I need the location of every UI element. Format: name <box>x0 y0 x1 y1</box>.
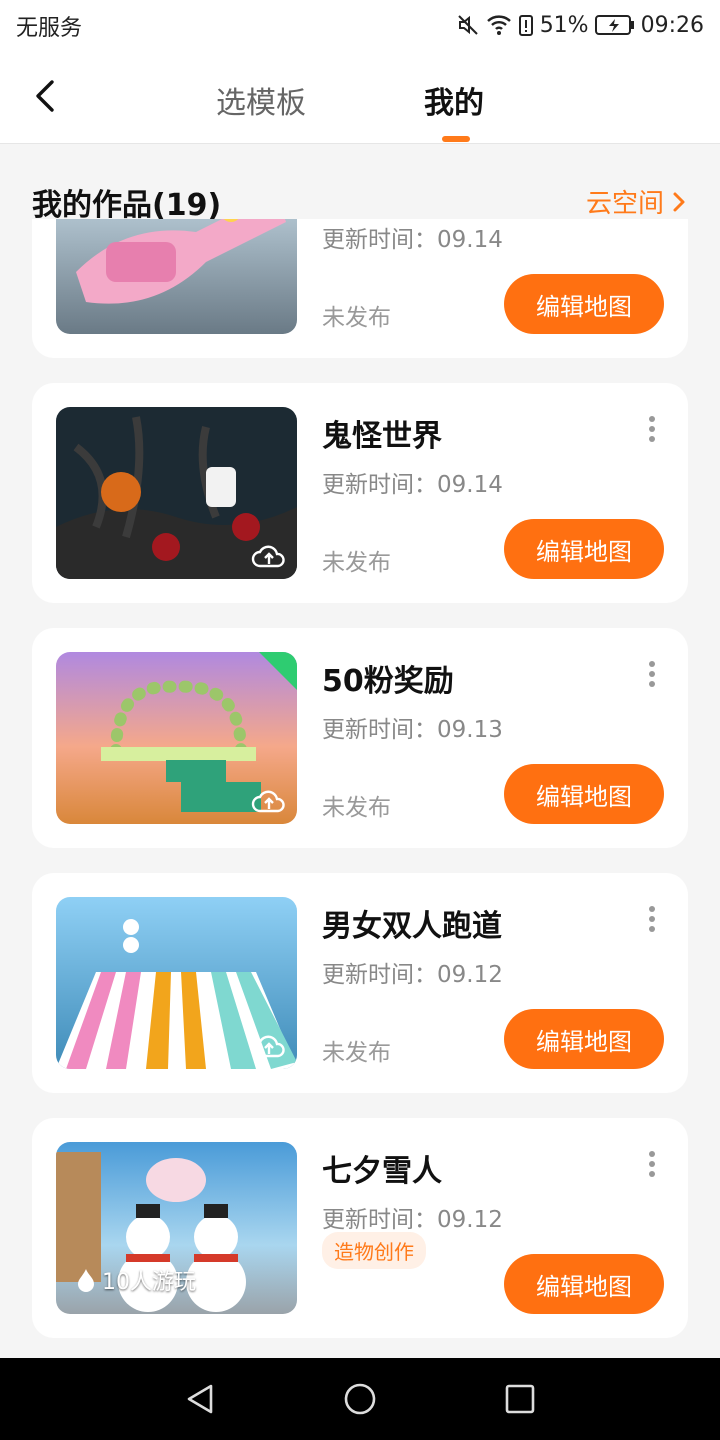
work-card[interactable]: 更新时间：09.14 未发布 编辑地图 <box>32 219 688 358</box>
more-options-icon[interactable] <box>648 905 656 933</box>
work-title: 鬼怪世界 <box>322 419 442 454</box>
works-list[interactable]: 更新时间：09.14 未发布 编辑地图 鬼怪世界 更新时间：09.14 未发布 … <box>0 219 720 1357</box>
publish-status: 未发布 <box>322 1040 391 1066</box>
flame-icon <box>78 1269 94 1292</box>
edit-map-button[interactable]: 编辑地图 <box>504 1009 664 1069</box>
cloud-upload-icon[interactable] <box>251 788 287 814</box>
section-title: 我的作品(19) <box>32 188 222 223</box>
back-triangle-icon[interactable] <box>183 1382 217 1416</box>
work-thumbnail[interactable]: 10人游玩 <box>56 1142 297 1314</box>
system-nav-bar <box>0 1358 720 1440</box>
cloud-space-link[interactable]: 云空间 <box>586 183 686 220</box>
work-thumbnail[interactable] <box>56 407 297 579</box>
status-bar: 无服务 51% 09:26 <box>0 0 720 50</box>
battery-percent: 51% <box>539 12 589 38</box>
edit-map-button[interactable]: 编辑地图 <box>504 274 664 334</box>
work-thumbnail[interactable] <box>56 897 297 1069</box>
work-thumbnail[interactable] <box>56 219 297 334</box>
more-options-icon[interactable] <box>648 1150 656 1178</box>
publish-status: 未发布 <box>322 550 391 576</box>
recents-square-icon[interactable] <box>503 1382 537 1416</box>
carrier-text: 无服务 <box>16 16 83 41</box>
more-options-icon[interactable] <box>648 660 656 688</box>
more-options-icon[interactable] <box>648 415 656 443</box>
publish-status: 未发布 <box>322 795 391 821</box>
work-updated: 更新时间：09.12 <box>322 1207 503 1233</box>
battery-charging-icon <box>594 15 634 35</box>
wifi-icon <box>486 15 511 35</box>
work-card[interactable]: 鬼怪世界 更新时间：09.14 未发布 编辑地图 <box>32 383 688 603</box>
home-circle-icon[interactable] <box>343 1382 377 1416</box>
mute-icon <box>457 15 478 35</box>
work-thumbnail[interactable] <box>56 652 297 824</box>
clock: 09:26 <box>640 12 704 38</box>
play-count-label: 10人游玩 <box>102 1270 196 1295</box>
edit-map-button[interactable]: 编辑地图 <box>504 764 664 824</box>
work-title: 50粉奖励 <box>322 664 454 699</box>
work-updated: 更新时间：09.13 <box>322 717 503 743</box>
battery-alert-icon <box>518 15 533 36</box>
status-icons: 51% 09:26 <box>456 10 704 40</box>
work-title: 男女双人跑道 <box>322 909 502 944</box>
cloud-upload-icon[interactable] <box>251 1033 287 1059</box>
back-arrow-icon[interactable] <box>26 76 66 116</box>
work-card[interactable]: 男女双人跑道 更新时间：09.12 未发布 编辑地图 <box>32 873 688 1093</box>
play-count: 10人游玩 <box>76 1264 196 1296</box>
work-updated: 更新时间：09.14 <box>322 227 503 253</box>
header: 选模板 我的 <box>0 50 720 144</box>
edit-map-button[interactable]: 编辑地图 <box>504 519 664 579</box>
work-updated: 更新时间：09.14 <box>322 472 503 498</box>
work-updated: 更新时间：09.12 <box>322 962 503 988</box>
chevron-right-icon <box>673 192 685 211</box>
publish-status: 未发布 <box>322 305 391 331</box>
work-title: 七夕雪人 <box>322 1154 442 1189</box>
active-tab-indicator <box>442 136 470 142</box>
work-card[interactable]: 50粉奖励 更新时间：09.13 未发布 编辑地图 <box>32 628 688 848</box>
tab-templates[interactable]: 选模板 <box>216 78 306 122</box>
work-card[interactable]: 10人游玩 七夕雪人 更新时间：09.12 造物创作 编辑地图 <box>32 1118 688 1338</box>
status-corner-badge <box>259 652 297 690</box>
tab-mine[interactable]: 我的 <box>424 78 484 122</box>
cloud-space-label: 云空间 <box>585 189 664 219</box>
edit-map-button[interactable]: 编辑地图 <box>504 1254 664 1314</box>
category-tag: 造物创作 <box>322 1232 426 1269</box>
cloud-upload-icon[interactable] <box>251 543 287 569</box>
